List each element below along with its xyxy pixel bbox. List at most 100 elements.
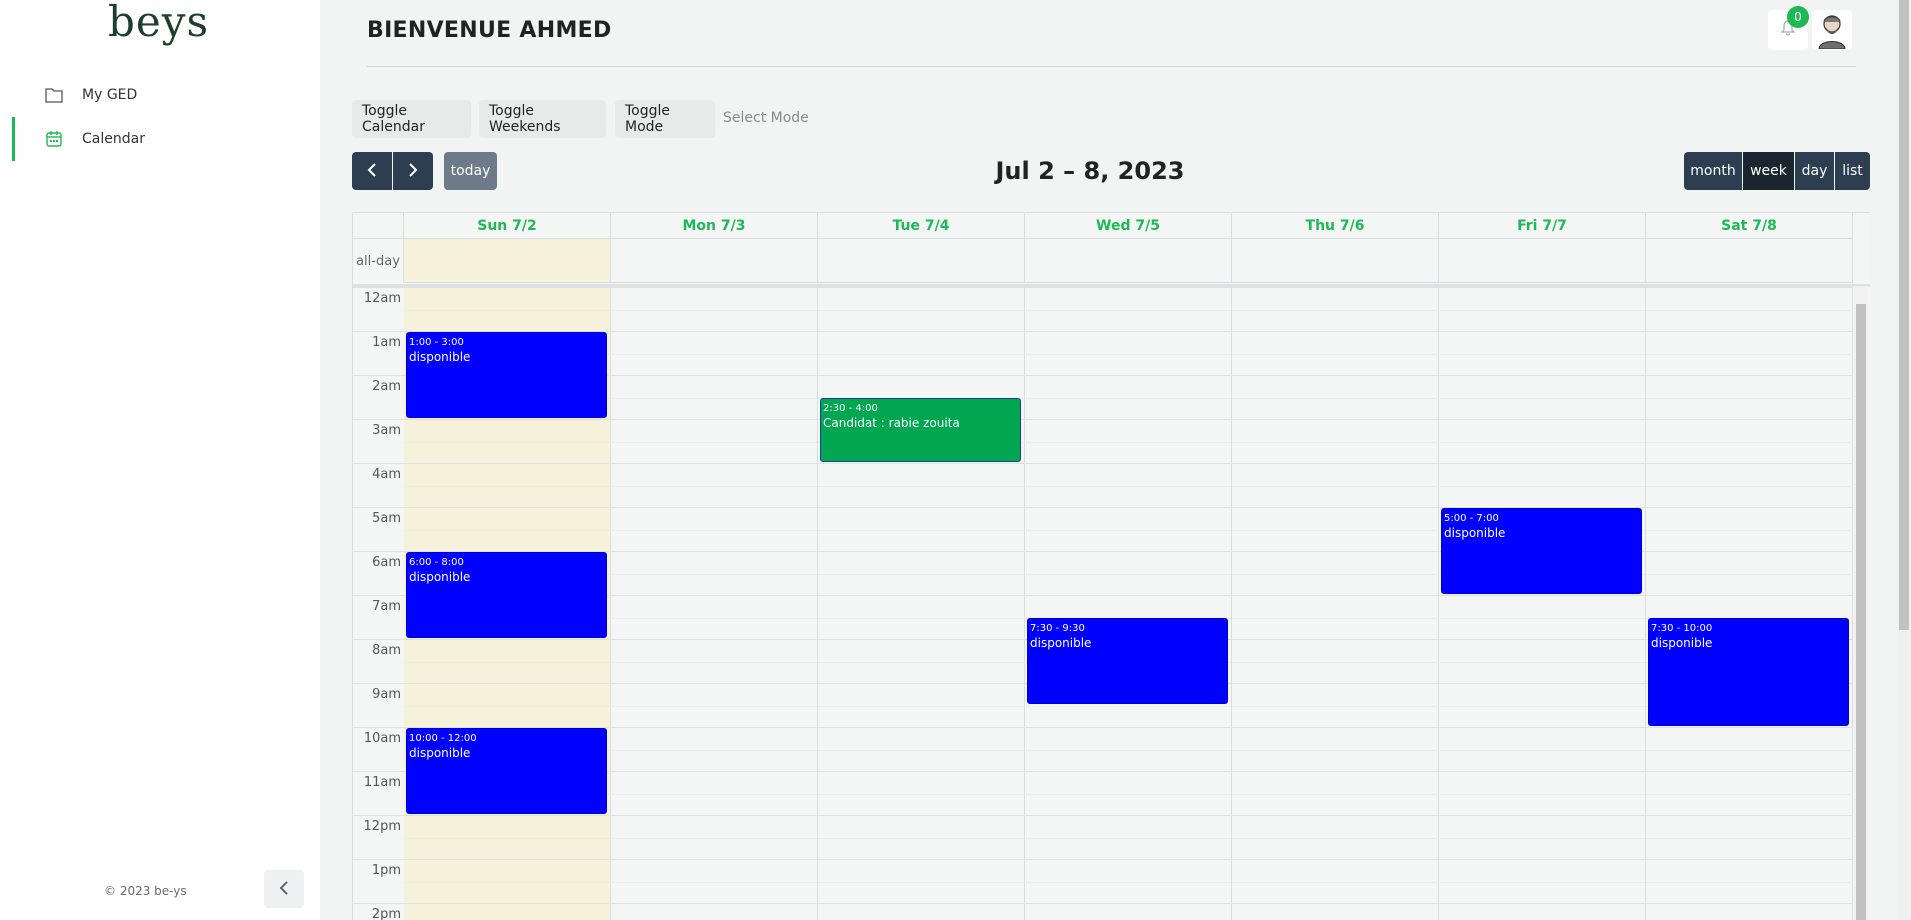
toggle-weekends-button[interactable]: Toggle Weekends [479,100,606,138]
hour-label: 4am [372,467,401,482]
select-mode-dropdown[interactable]: Select Mode [723,110,809,126]
half-hour-line [404,706,1853,707]
view-week-button[interactable]: week [1743,152,1794,190]
calendar-event[interactable]: 1:00 - 3:00 disponible [406,332,607,418]
sidebar-item-calendar[interactable]: Calendar [0,117,320,161]
view-list-button[interactable]: list [1835,152,1870,190]
day-header[interactable]: Wed 7/5 [1025,213,1232,239]
collapse-sidebar-button[interactable] [264,870,304,908]
hour-label: 9am [372,687,401,702]
day-header[interactable]: Thu 7/6 [1232,213,1439,239]
event-title: disponible [1651,636,1713,650]
calendar-event[interactable]: 7:30 - 9:30 disponible [1027,618,1228,704]
calendar-event[interactable]: 10:00 - 12:00 disponible [406,728,607,814]
half-hour-line [404,486,1853,487]
hour-label: 10am [363,731,401,746]
calendar-event[interactable]: 2:30 - 4:00 Candidat : rabie zouita [820,398,1021,462]
user-avatar[interactable] [1812,10,1852,50]
copyright-text: © 2023 be-ys [104,884,187,898]
hour-row [353,287,1853,331]
all-day-cell[interactable] [404,239,611,283]
sidebar-item-label: My GED [82,87,138,103]
chevron-left-icon [367,162,377,181]
event-title: disponible [1030,636,1092,650]
hour-label: 7am [372,599,401,614]
week-calendar-grid: all-day Sun 7/2 Mon 7/3 Tue 7/4 Wed 7/5 Thu … [352,212,1870,920]
view-day-button[interactable]: day [1795,152,1834,190]
page-scrollbar-thumb[interactable] [1899,0,1909,630]
all-day-cell[interactable] [611,239,818,283]
all-day-cell[interactable] [818,239,1025,283]
half-hour-line [404,398,1853,399]
toggle-calendar-button[interactable]: Toggle Calendar [352,100,471,138]
app-logo: beys [108,0,210,46]
event-title: disponible [409,570,471,584]
folder-icon [44,85,64,105]
hour-label: 12pm [363,819,401,834]
event-title: disponible [1444,526,1506,540]
toggle-mode-button[interactable]: Toggle Mode [615,100,715,138]
hour-label: 8am [372,643,401,658]
hour-label: 1am [372,335,401,350]
hour-label: 11am [363,775,401,790]
sidebar-item-my-ged[interactable]: My GED [0,73,320,117]
chevron-right-icon [408,162,418,181]
hour-row [353,903,1853,920]
day-header[interactable]: Sat 7/8 [1646,213,1853,239]
calendar-event[interactable]: 7:30 - 10:00 disponible [1648,618,1849,726]
event-time: 7:30 - 10:00 [1651,623,1713,634]
hour-label: 2pm [371,907,401,920]
all-day-cell[interactable] [1025,239,1232,283]
header-divider [367,66,1856,67]
page-title: BIENVENUE AHMED [367,18,612,43]
half-hour-line [404,838,1853,839]
half-hour-line [404,750,1853,751]
event-title: Candidat : rabie zouita [823,416,960,430]
day-header[interactable]: Sun 7/2 [404,213,611,239]
event-time: 2:30 - 4:00 [823,403,878,414]
half-hour-line [404,354,1853,355]
hour-row [353,859,1853,903]
prev-week-button[interactable] [352,152,392,190]
half-hour-line [404,442,1853,443]
all-day-cell[interactable] [1232,239,1439,283]
next-week-button[interactable] [393,152,433,190]
day-header[interactable]: Mon 7/3 [611,213,818,239]
event-time: 6:00 - 8:00 [409,557,464,568]
half-hour-line [404,310,1853,311]
hour-label: 3am [372,423,401,438]
chevron-left-icon [279,880,289,899]
sidebar: beys My GED Calendar © 2023 be-ys [0,0,320,920]
hour-row [353,419,1853,463]
day-header[interactable]: Fri 7/7 [1439,213,1646,239]
calendar-scrollbar[interactable] [1854,286,1868,920]
half-hour-line [404,794,1853,795]
event-time: 10:00 - 12:00 [409,733,477,744]
hour-row [353,815,1853,859]
event-time: 1:00 - 3:00 [409,337,464,348]
view-month-button[interactable]: month [1684,152,1742,190]
today-button[interactable]: today [444,152,497,190]
event-title: disponible [409,350,471,364]
hour-label: 1pm [371,863,401,878]
page-scrollbar[interactable] [1897,0,1911,920]
hour-label: 12am [363,291,401,306]
calendar-icon [44,129,64,149]
calendar-event[interactable]: 6:00 - 8:00 disponible [406,552,607,638]
hour-row [353,463,1853,507]
hour-label: 5am [372,511,401,526]
calendar-event[interactable]: 5:00 - 7:00 disponible [1441,508,1642,594]
hour-label: 2am [372,379,401,394]
event-time: 7:30 - 9:30 [1030,623,1085,634]
all-day-label: all-day [353,239,404,283]
axis-corner [353,213,404,239]
all-day-cell[interactable] [1439,239,1646,283]
hour-label: 6am [372,555,401,570]
event-title: disponible [409,746,471,760]
all-day-cell[interactable] [1646,239,1853,283]
day-header[interactable]: Tue 7/4 [818,213,1025,239]
notification-badge: 0 [1787,6,1809,28]
sidebar-item-label: Calendar [82,131,145,147]
event-time: 5:00 - 7:00 [1444,513,1499,524]
calendar-scrollbar-thumb[interactable] [1856,304,1866,920]
